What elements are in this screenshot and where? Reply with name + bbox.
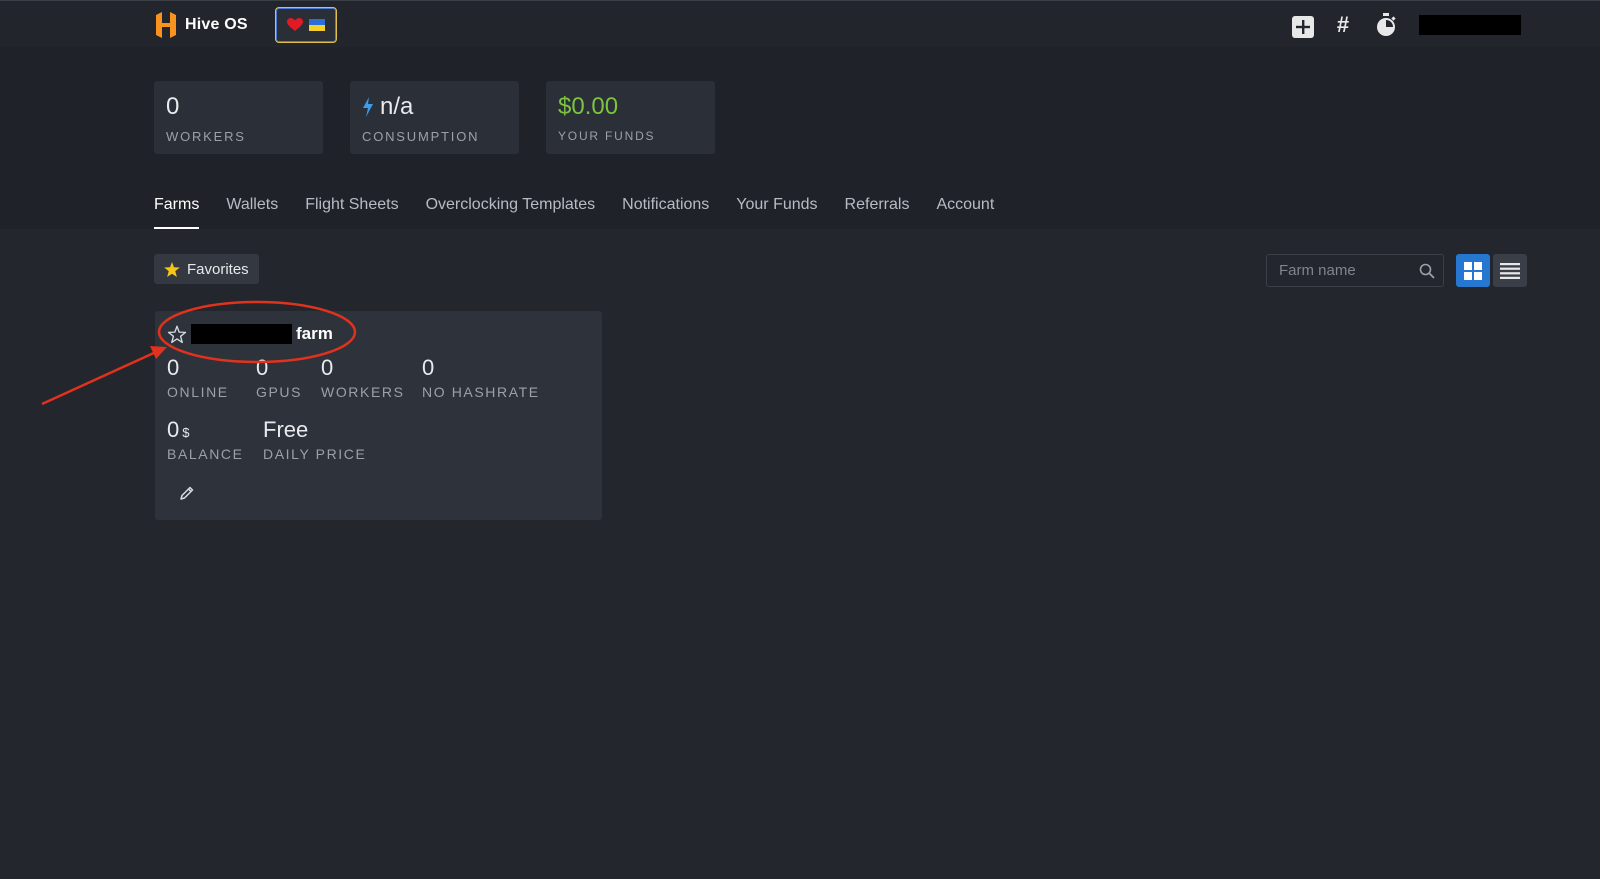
add-button[interactable]	[1290, 13, 1316, 41]
hashrate-value: 0	[422, 355, 435, 380]
online-value: 0	[167, 355, 180, 380]
ukraine-flag-icon	[309, 19, 325, 31]
tab-your-funds[interactable]: Your Funds	[736, 196, 817, 229]
balance-metric: 0 $ BALANCE	[167, 417, 244, 462]
consumption-value: n/a	[380, 93, 414, 120]
gpus-label: GPUS	[256, 384, 303, 400]
hive-logo-icon	[156, 12, 176, 38]
daily-price-metric: Free DAILY PRICE	[263, 417, 366, 462]
funds-label: YOUR FUNDS	[558, 129, 656, 143]
consumption-label: CONSUMPTION	[362, 129, 480, 144]
grid-view-button[interactable]	[1456, 254, 1490, 287]
heart-icon	[287, 18, 303, 31]
tab-farms[interactable]: Farms	[154, 196, 200, 229]
favorites-label: Favorites	[187, 260, 249, 278]
funds-stat[interactable]: $0.00 YOUR FUNDS	[546, 81, 715, 154]
favorites-button[interactable]: Favorites	[154, 254, 259, 284]
star-outline-icon[interactable]	[167, 325, 187, 344]
user-menu-redacted[interactable]	[1419, 15, 1521, 35]
hash-icon: #	[1336, 12, 1350, 37]
tab-wallets[interactable]: Wallets	[226, 196, 278, 229]
consumption-value-wrap: n/a	[362, 93, 413, 121]
plus-square-icon	[1292, 16, 1314, 38]
hashrate-metric: 0 NO HASHRATE	[422, 355, 540, 400]
farm-title: farm	[167, 323, 333, 345]
consumption-stat: n/a CONSUMPTION	[350, 81, 519, 154]
balance-unit: $	[182, 425, 190, 440]
tab-flight-sheets[interactable]: Flight Sheets	[305, 196, 398, 229]
annotation-arrow-line	[41, 350, 157, 406]
timer-button[interactable]	[1373, 11, 1399, 39]
search-icon[interactable]	[1419, 263, 1435, 279]
workers-value: 0	[321, 355, 334, 380]
lightning-icon	[363, 97, 373, 117]
farm-card[interactable]: farm 0 ONLINE 0 GPUS 0 WORKERS 0 NO HASH…	[155, 311, 602, 520]
main-tabs: Farms Wallets Flight Sheets Overclocking…	[154, 196, 1021, 229]
daily-price-label: DAILY PRICE	[263, 446, 367, 462]
star-filled-icon	[164, 261, 180, 277]
farm-name[interactable]: farm	[296, 324, 333, 344]
daily-price-value: Free	[263, 417, 309, 442]
stopwatch-icon	[1377, 13, 1396, 36]
logo[interactable]: Hive OS	[153, 12, 248, 38]
grid-icon	[1464, 261, 1482, 280]
list-view-button[interactable]	[1493, 254, 1527, 287]
hash-button[interactable]: #	[1330, 11, 1356, 39]
balance-value-wrap: 0 $	[167, 417, 244, 443]
hashrate-label: NO HASHRATE	[422, 384, 540, 400]
online-label: ONLINE	[167, 384, 229, 400]
workers-stat: 0 WORKERS	[154, 81, 323, 154]
workers-metric-label: WORKERS	[321, 384, 405, 400]
farm-search-input[interactable]	[1267, 255, 1417, 286]
tab-overclocking-templates[interactable]: Overclocking Templates	[426, 196, 596, 229]
workers-label: WORKERS	[166, 129, 246, 144]
farm-search	[1266, 254, 1444, 287]
online-metric: 0 ONLINE	[167, 355, 229, 400]
pencil-icon[interactable]	[179, 485, 195, 501]
gpus-metric: 0 GPUS	[256, 355, 302, 400]
workers-count: 0	[166, 93, 180, 120]
tab-notifications[interactable]: Notifications	[622, 196, 709, 229]
list-icon	[1500, 262, 1520, 279]
farm-name-redacted	[191, 324, 292, 344]
tab-referrals[interactable]: Referrals	[845, 196, 910, 229]
support-ukraine-button[interactable]	[275, 7, 337, 43]
balance-value: 0	[167, 417, 180, 442]
dashboard-header: 0 WORKERS n/a CONSUMPTION $0.00 YOUR FUN…	[0, 47, 1600, 229]
balance-label: BALANCE	[167, 446, 244, 462]
app-name: Hive OS	[185, 16, 248, 33]
workers-metric: 0 WORKERS	[321, 355, 405, 400]
gpus-value: 0	[256, 355, 269, 380]
tab-account[interactable]: Account	[936, 196, 994, 229]
top-bar: Hive OS #	[0, 0, 1600, 47]
funds-value: $0.00	[558, 93, 619, 120]
